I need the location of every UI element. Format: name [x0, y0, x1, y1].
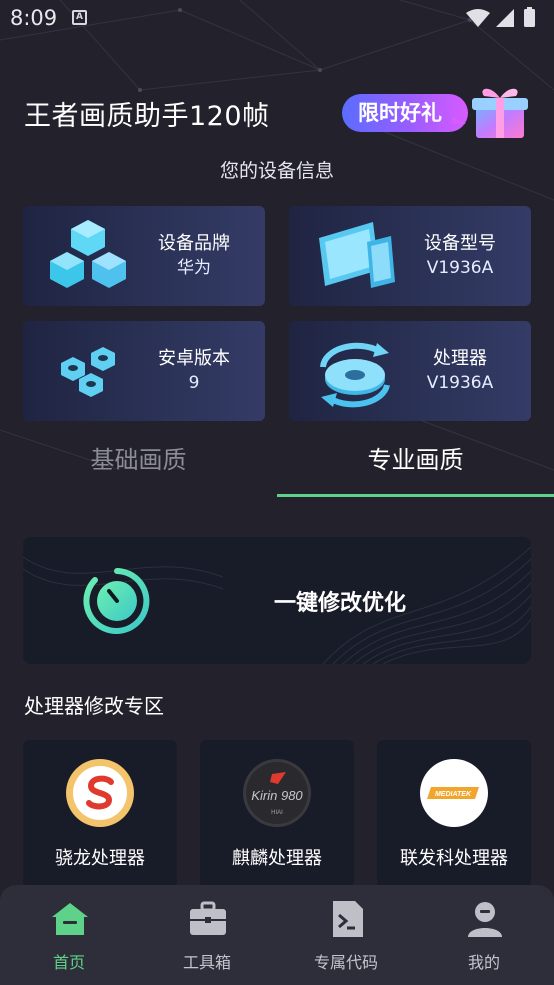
- nav-home-label: 首页: [52, 953, 85, 972]
- processor-label: 处理器: [433, 348, 487, 369]
- toolbox-icon: [190, 901, 226, 935]
- kirin-logo: Kirin 980 HIAI: [243, 759, 311, 827]
- promo-badge[interactable]: 限时好礼: [342, 94, 468, 132]
- snapdragon-label: 骁龙处理器: [55, 848, 145, 869]
- promo-badge-tail: [452, 116, 466, 124]
- device-model-value: V1936A: [426, 258, 494, 278]
- timer-icon: [83, 568, 150, 634]
- processor-card: 处理器 V1936A: [289, 321, 531, 421]
- svg-text:Kirin 980: Kirin 980: [251, 788, 303, 803]
- snapdragon-logo: [66, 759, 134, 827]
- kirin-card[interactable]: Kirin 980 HIAI 麒麟处理器: [200, 740, 354, 888]
- gift-icon[interactable]: [468, 82, 532, 140]
- optimize-label: 一键修改优化: [274, 591, 407, 616]
- svg-text:HIAI: HIAI: [271, 810, 283, 816]
- nav-exclusive-code-label: 专属代码: [313, 953, 378, 972]
- mediatek-card[interactable]: MEDIATEK 联发科处理器: [377, 740, 531, 888]
- nav-toolbox-label: 工具箱: [182, 953, 231, 972]
- nav-home[interactable]: 首页: [0, 885, 138, 985]
- device-brand-card: 设备品牌 华为: [23, 206, 265, 306]
- tab-pro-quality[interactable]: 专业画质: [277, 440, 554, 498]
- bottom-navigation: 首页 工具箱 专属代码 我的: [0, 885, 554, 985]
- status-bar: 8:09 A: [0, 0, 554, 38]
- device-brand-value: 华为: [177, 258, 211, 278]
- notification-a-icon: A: [72, 10, 87, 25]
- android-version-value: 9: [188, 373, 200, 393]
- mediatek-logo: MEDIATEK: [420, 759, 488, 827]
- device-model-label: 设备型号: [424, 233, 496, 254]
- nav-mine-label: 我的: [467, 953, 500, 972]
- kirin-label: 麒麟处理器: [232, 848, 322, 869]
- android-version-label: 安卓版本: [158, 348, 230, 369]
- wifi-icon: [466, 9, 490, 27]
- nav-exclusive-code[interactable]: 专属代码: [277, 885, 415, 985]
- signal-icon: [496, 9, 514, 27]
- svg-text:MEDIATEK: MEDIATEK: [435, 791, 472, 798]
- active-tab-indicator: [277, 494, 554, 497]
- processor-value: V1936A: [426, 373, 494, 393]
- refresh-disc-icon: [320, 342, 390, 408]
- device-model-card: 设备型号 V1936A: [289, 206, 531, 306]
- android-version-card: 安卓版本 9: [23, 321, 265, 421]
- nav-toolbox[interactable]: 工具箱: [138, 885, 276, 985]
- app-title: 王者画质助手120帧: [24, 101, 270, 132]
- snapdragon-card[interactable]: 骁龙处理器: [23, 740, 177, 888]
- device-brand-label: 设备品牌: [158, 233, 230, 254]
- code-file-icon: [333, 901, 363, 937]
- home-icon: [52, 903, 88, 935]
- processor-zone-title: 处理器修改专区: [24, 694, 164, 718]
- nav-mine[interactable]: 我的: [415, 885, 553, 985]
- cubes-icon: [50, 220, 126, 288]
- device-info-title: 您的设备信息: [219, 160, 334, 182]
- status-icons: [466, 7, 535, 27]
- one-key-optimize-button[interactable]: 一键修改优化: [23, 537, 531, 664]
- nuts-icon: [61, 347, 115, 397]
- user-icon: [468, 902, 502, 937]
- battery-icon: [524, 9, 535, 27]
- devices-icon: [319, 222, 395, 288]
- tab-basic-quality[interactable]: 基础画质: [0, 440, 277, 498]
- mediatek-label: 联发科处理器: [400, 848, 508, 869]
- status-time: 8:09: [10, 6, 58, 30]
